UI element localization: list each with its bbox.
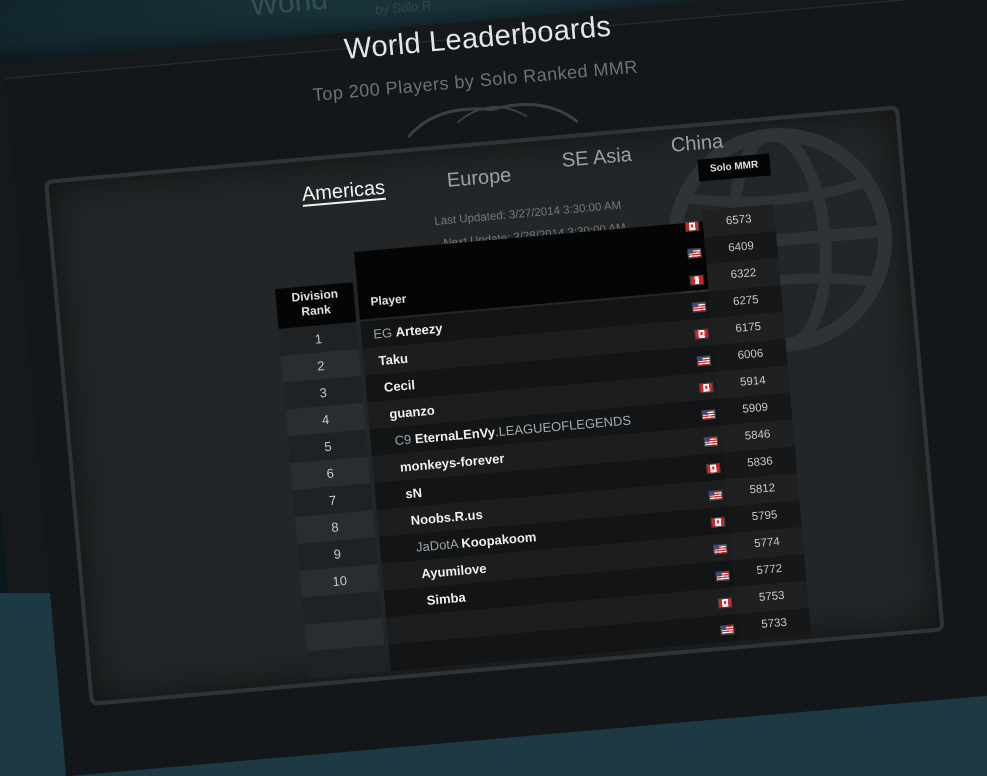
us-flag-icon xyxy=(712,543,728,555)
canada-flag-icon xyxy=(705,462,721,475)
player-name[interactable]: Simba xyxy=(426,590,466,608)
team-tag: EG xyxy=(372,324,397,342)
us-flag-icon xyxy=(720,624,735,636)
canada-flag-icon xyxy=(717,597,733,609)
player-name[interactable]: Ayumilove xyxy=(421,561,487,582)
team-tag: JaDotA xyxy=(415,535,463,555)
us-flag-icon xyxy=(715,570,731,582)
mmr-value: 5733 xyxy=(760,616,788,631)
us-flag-icon xyxy=(696,355,712,367)
player-name-cell[interactable]: Simba xyxy=(426,584,467,614)
player-name[interactable]: monkeys-forever xyxy=(399,451,505,475)
player-name[interactable]: Cecil xyxy=(383,377,415,395)
canada-flag-icon xyxy=(694,328,709,340)
player-name[interactable]: Noobs.R.us xyxy=(410,507,483,528)
player-name-cell[interactable]: guanzo xyxy=(388,397,436,428)
player-name-cell[interactable]: Taku xyxy=(377,345,409,374)
leaderboard-stage: World Leaderboards Top 200 Players by So… xyxy=(0,0,987,706)
player-name[interactable]: EternaLEnVy xyxy=(414,424,495,446)
us-flag-icon xyxy=(701,409,717,421)
tab-china[interactable]: China xyxy=(670,130,724,157)
player-name[interactable]: Arteezy xyxy=(395,321,443,340)
us-flag-icon xyxy=(687,247,702,259)
player-name[interactable]: guanzo xyxy=(389,403,436,422)
player-name[interactable]: sN xyxy=(405,485,423,501)
us-flag-icon xyxy=(703,435,719,448)
canada-flag-icon xyxy=(698,382,714,394)
us-flag-icon xyxy=(708,489,724,501)
mmr-header-label: Solo MMR xyxy=(709,159,759,175)
team-tag: C9 xyxy=(394,431,416,449)
canada-flag-icon xyxy=(710,516,726,528)
player-name[interactable]: Koopakoom xyxy=(461,529,537,550)
player-name-cell[interactable]: sN xyxy=(404,479,423,507)
us-flag-icon xyxy=(691,301,707,313)
canada-flag-icon xyxy=(684,220,700,232)
player-name[interactable]: Taku xyxy=(378,351,409,369)
player-name-cell[interactable]: Cecil xyxy=(383,371,416,401)
page-title: World Leaderboards xyxy=(343,10,613,66)
peru-flag-icon xyxy=(689,274,705,286)
